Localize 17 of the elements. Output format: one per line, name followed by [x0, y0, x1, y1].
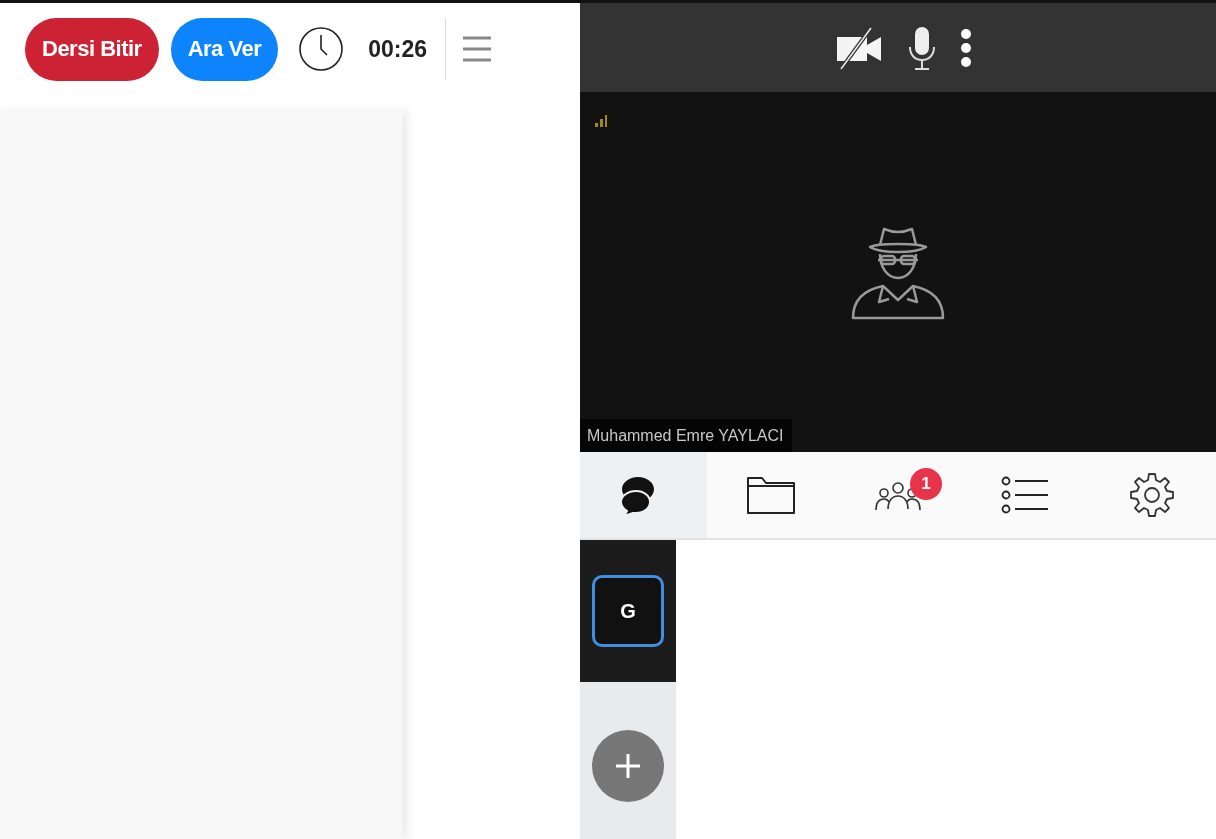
break-button[interactable]: Ara Ver — [170, 17, 279, 81]
folder-icon — [744, 474, 797, 516]
chat-room-button[interactable]: G — [592, 575, 664, 647]
timer-text: 00:26 — [368, 35, 428, 63]
clock-icon — [298, 26, 345, 72]
microphone-icon[interactable] — [907, 24, 937, 71]
more-options-icon[interactable] — [959, 27, 973, 68]
signal-icon — [594, 114, 608, 128]
plus-icon — [615, 753, 641, 779]
menu-icon[interactable] — [462, 36, 493, 62]
participant-name: Muhammed Emre YAYLACI — [580, 419, 792, 452]
end-lesson-button[interactable]: Dersi Bitir — [25, 17, 159, 81]
sidebar-tab[interactable] — [580, 452, 708, 538]
list-icon — [1000, 475, 1051, 515]
settings-icon — [1128, 471, 1177, 519]
notification-badge: 1 — [910, 468, 942, 500]
sidebar-tab[interactable]: 1 — [834, 452, 962, 538]
